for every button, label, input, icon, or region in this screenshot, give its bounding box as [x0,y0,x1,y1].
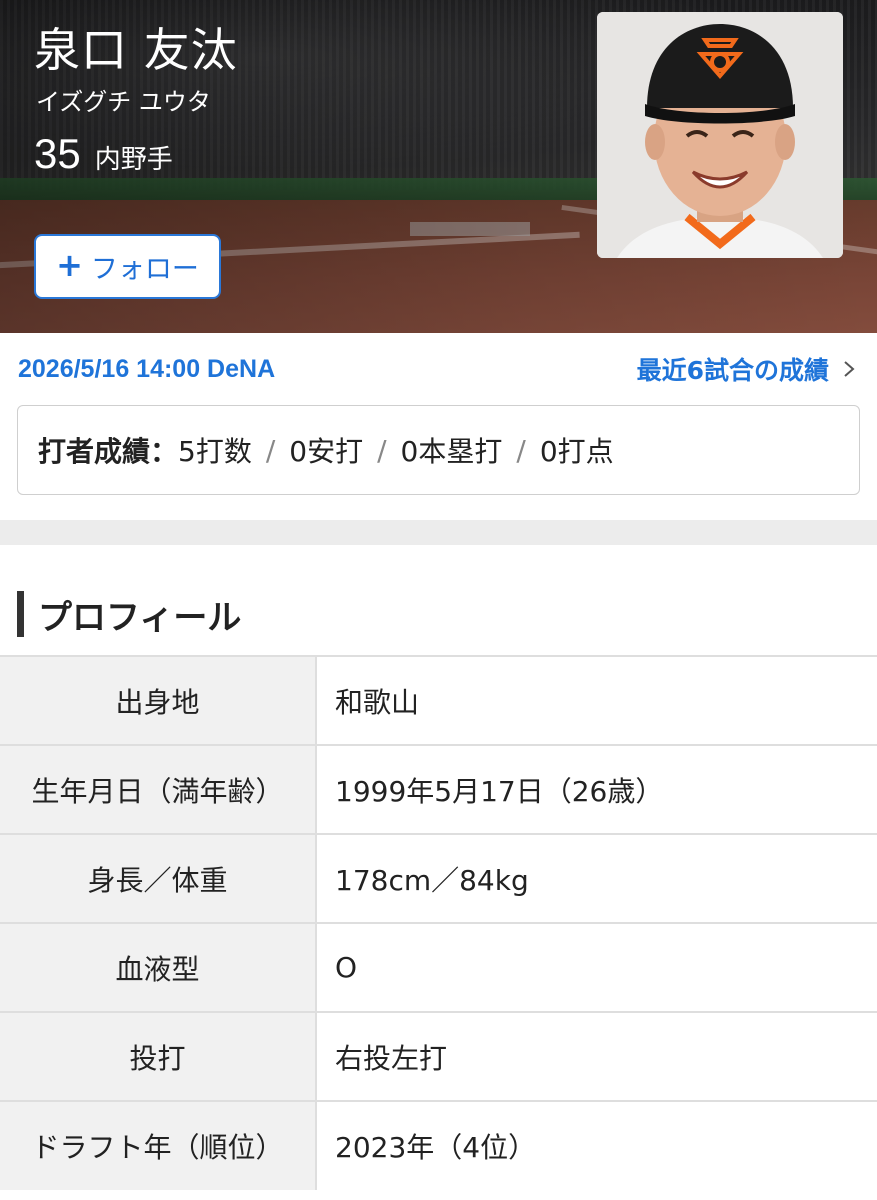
stat-at-bats: 5打数 [178,435,252,468]
profile-value: 右投左打 [316,1011,877,1101]
plus-icon: + [56,246,83,284]
table-row: 生年月日（満年齢） 1999年5月17日（26歳） [0,744,877,834]
profile-table: 出身地 和歌山 生年月日（満年齢） 1999年5月17日（26歳） 身長／体重 … [0,655,877,1190]
player-photo [597,12,843,258]
player-name: 泉口 友汰 [34,23,238,77]
batting-label: 打者成績： [38,435,179,468]
section-divider [0,520,877,545]
profile-value: O [316,922,877,1012]
profile-key: 血液型 [0,922,317,1012]
batting-stats-box: 打者成績： 5打数 / 0安打 / 0本塁打 / 0打点 [17,405,860,495]
stat-separator: / [516,433,526,467]
player-header: 泉口 友汰 イズグチ ユウタ 35 内野手 + フォロー [0,0,877,333]
profile-key: ドラフト年（順位） [0,1100,317,1190]
profile-key: 身長／体重 [0,833,317,923]
stat-rbi: 0打点 [539,435,614,468]
table-row: ドラフト年（順位） 2023年（4位） [0,1100,877,1190]
follow-button[interactable]: + フォロー [34,234,221,299]
table-row: 血液型 O [0,922,877,1012]
recent-games-label: 最近6試合の成績 [636,356,829,385]
profile-key: 生年月日（満年齢） [0,744,317,834]
profile-key: 出身地 [0,655,317,745]
table-row: 身長／体重 178cm／84kg [0,833,877,923]
profile-heading: プロフィール [17,590,241,638]
heading-bar [17,591,24,637]
player-portrait-image [597,12,843,258]
chevron-right-icon [844,361,855,377]
player-position: 内野手 [94,145,173,175]
stat-home-runs: 0本塁打 [400,435,503,468]
recent-games-link[interactable]: 最近6試合の成績 [637,351,859,387]
player-kana: イズグチ ユウタ [36,88,211,116]
table-row: 投打 右投左打 [0,1011,877,1101]
follow-label: フォロー [90,254,199,285]
stat-separator: / [377,433,387,467]
stat-separator: / [265,433,276,467]
number-position: 35 内野手 [34,130,173,178]
table-row: 出身地 和歌山 [0,655,877,745]
profile-key: 投打 [0,1011,317,1101]
profile-value: 和歌山 [316,655,877,745]
stat-hits: 0安打 [289,435,364,468]
profile-title: プロフィール [38,597,242,638]
profile-value: 178cm／84kg [316,833,877,923]
profile-value: 2023年（4位） [316,1100,877,1190]
game-info-row: 2026/5/16 14:00 DeNA 最近6試合の成績 [0,333,877,405]
game-date-opponent[interactable]: 2026/5/16 14:00 DeNA [18,355,275,384]
uniform-number: 35 [34,130,81,177]
profile-value: 1999年5月17日（26歳） [316,744,877,834]
